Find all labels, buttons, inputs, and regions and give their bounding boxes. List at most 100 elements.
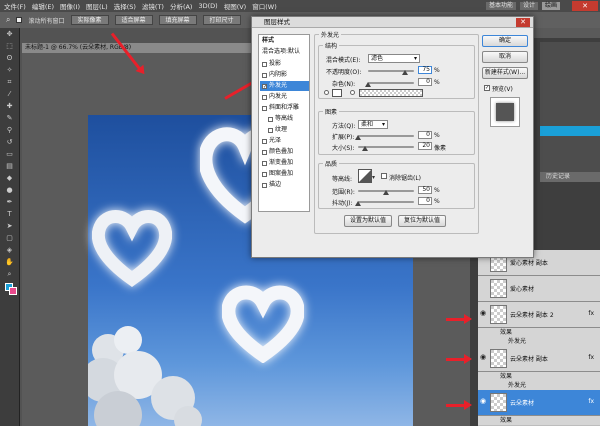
magic-wand-icon[interactable]: ✧ [4,65,16,76]
zoom-tool-icon[interactable]: ⌕ [4,269,16,280]
checkbox[interactable] [262,61,267,67]
style-item-pattern-overlay[interactable]: 图案叠加 [260,169,309,179]
checkbox-checked[interactable]: ✓ [262,83,267,89]
menu-image[interactable]: 图像(I) [60,1,80,11]
fit-screen-button[interactable]: 适合屏幕 [114,15,153,25]
dialog-close-button[interactable]: ✕ [516,18,530,27]
style-item-stroke[interactable]: 描边 [260,180,309,190]
menu-filter[interactable]: 滤镜(T) [142,1,164,11]
noise-slider[interactable] [368,82,414,84]
jitter-field[interactable]: 0 [418,197,432,205]
shape-tool-icon[interactable]: ▢ [4,233,16,244]
contour-preview[interactable]: ▾ [358,169,376,183]
eraser-tool-icon[interactable]: ▭ [4,149,16,160]
lasso-tool-icon[interactable]: ʘ [4,53,16,64]
menu-layer[interactable]: 图层(L) [86,1,108,11]
range-field[interactable]: 50 [418,186,432,194]
zoom-tool-icon[interactable]: ⌕ [6,15,10,25]
checkbox[interactable] [262,171,267,177]
menu-edit[interactable]: 编辑(E) [32,1,54,11]
color-swatches-icon[interactable] [4,281,17,299]
style-item-satin[interactable]: 光泽 [260,136,309,146]
workspace-design[interactable]: 设计 [519,2,538,10]
noise-slider-knob[interactable] [365,82,371,87]
gradient-tool-icon[interactable]: ▤ [4,161,16,172]
3d-tool-icon[interactable]: ◈ [4,245,16,256]
menu-file[interactable]: 文件(F) [4,1,26,11]
new-style-button[interactable]: 新建样式(W)... [482,67,528,79]
jitter-slider-knob[interactable] [355,201,361,206]
layer-row[interactable]: ◉ 云朵素材 副本 fx [478,346,600,372]
checkbox[interactable] [262,94,267,100]
fill-screen-button[interactable]: 填充屏幕 [158,15,197,25]
style-item-drop-shadow[interactable]: 投影 [260,59,309,69]
size-slider-knob[interactable] [362,146,368,151]
blend-mode-select[interactable]: 滤色 ▾ [368,54,420,63]
menu-view[interactable]: 视图(V) [224,1,247,11]
gradient-radio[interactable] [350,90,355,95]
noise-field[interactable]: 0 [418,78,432,86]
glow-color-swatch[interactable] [332,89,342,97]
app-close-button[interactable]: ✕ [572,1,598,11]
layer-row[interactable]: 爱心素材 [478,276,600,302]
jitter-slider[interactable] [358,201,414,203]
pen-tool-icon[interactable]: ✒ [4,197,16,208]
actual-pixels-button[interactable]: 实际像素 [70,15,109,25]
type-tool-icon[interactable]: T [4,209,16,220]
eyedropper-icon[interactable]: ⁄ [4,89,16,100]
blur-tool-icon[interactable]: ◆ [4,173,16,184]
fx-icon[interactable]: fx [588,310,594,317]
spread-slider-knob[interactable] [355,135,361,140]
style-item-inner-shadow[interactable]: 内阴影 [260,70,309,80]
checkbox[interactable] [262,160,267,166]
print-size-button[interactable]: 打印尺寸 [202,15,241,25]
preview-checkbox[interactable]: ✓ [484,85,490,91]
antialias-checkbox[interactable] [381,173,387,179]
reset-default-button[interactable]: 复位为默认值 [398,215,446,227]
healing-tool-icon[interactable]: ✚ [4,101,16,112]
path-select-icon[interactable]: ➤ [4,221,16,232]
style-item-color-overlay[interactable]: 颜色叠加 [260,147,309,157]
opacity-field[interactable]: 75 [418,66,432,74]
menu-select[interactable]: 选择(S) [114,1,136,11]
technique-select[interactable]: 柔和 ▾ [358,120,388,129]
move-tool-icon[interactable]: ✥ [4,29,16,40]
glow-gradient-picker[interactable] [359,89,423,97]
style-item-contour[interactable]: 等高线 [260,114,309,124]
fx-icon[interactable]: fx [588,398,594,405]
style-item-bevel[interactable]: 斜面和浮雕 [260,103,309,113]
layer-outer-glow-label[interactable]: 外发光 [478,337,600,346]
checkbox[interactable] [268,116,273,122]
size-field[interactable]: 20 [418,142,432,150]
workspace-paint[interactable]: 绘画 [541,2,560,10]
spread-field[interactable]: 0 [418,131,432,139]
all-windows-checkbox[interactable] [16,17,23,23]
brush-tool-icon[interactable]: ✎ [4,113,16,124]
style-item-gradient-overlay[interactable]: 渐变叠加 [260,158,309,168]
checkbox[interactable] [262,138,267,144]
style-item-inner-glow[interactable]: 内发光 [260,92,309,102]
tab-history[interactable]: 历史记录 [540,172,600,182]
spread-slider[interactable] [358,135,414,137]
range-slider-knob[interactable] [383,190,389,195]
opacity-slider-knob[interactable] [402,70,408,75]
layer-row[interactable]: ◉ 云朵素材 副本 2 fx [478,302,600,328]
set-default-button[interactable]: 设置为默认值 [344,215,392,227]
style-item-texture[interactable]: 纹理 [260,125,309,135]
eye-icon[interactable]: ◉ [480,353,488,361]
hand-tool-icon[interactable]: ✋ [4,257,16,268]
menu-3d[interactable]: 3D(D) [198,2,217,10]
style-item-outer-glow[interactable]: ✓ 外发光 [260,81,309,91]
menu-analysis[interactable]: 分析(A) [170,1,193,11]
stamp-tool-icon[interactable]: ⚲ [4,125,16,136]
marquee-tool-icon[interactable]: ⬚ [4,41,16,52]
eye-icon[interactable]: ◉ [480,397,488,405]
ok-button[interactable]: 确定 [482,35,528,47]
cancel-button[interactable]: 取消 [482,51,528,63]
fx-icon[interactable]: fx [588,354,594,361]
checkbox[interactable] [262,105,267,111]
solid-color-radio[interactable] [324,90,329,95]
checkbox[interactable] [262,182,267,188]
layer-row-selected[interactable]: ◉ 云朵素材 fx [478,390,600,416]
crop-tool-icon[interactable]: ⌗ [4,77,16,88]
